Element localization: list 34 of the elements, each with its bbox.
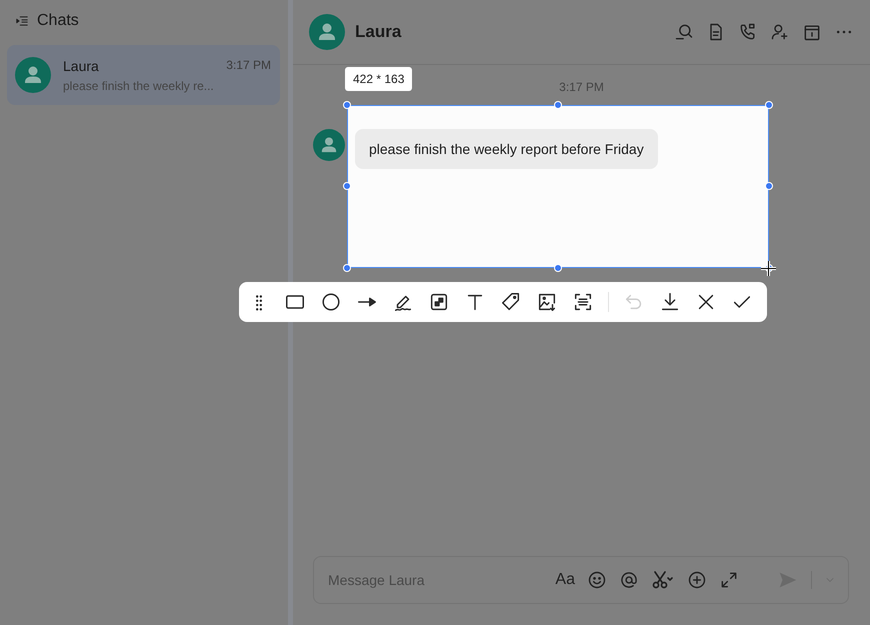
chat-list-item[interactable]: Laura 3:17 PM please finish the weekly re... bbox=[7, 45, 280, 105]
resize-handle[interactable] bbox=[765, 182, 773, 190]
chat-preview: please finish the weekly re... bbox=[63, 78, 215, 92]
resize-handle[interactable] bbox=[554, 264, 562, 272]
avatar bbox=[313, 129, 345, 161]
expand-icon[interactable] bbox=[719, 570, 739, 590]
add-user-icon[interactable] bbox=[770, 22, 790, 42]
resize-handle[interactable] bbox=[343, 264, 351, 272]
tag-icon[interactable] bbox=[500, 291, 522, 313]
resize-handle[interactable] bbox=[554, 101, 562, 109]
circle-icon[interactable] bbox=[320, 291, 342, 313]
chat-name: Laura bbox=[63, 58, 99, 74]
crosshair-cursor-icon bbox=[761, 261, 776, 276]
add-icon[interactable] bbox=[687, 570, 707, 590]
search-icon[interactable] bbox=[674, 22, 694, 42]
message-timestamp: 3:17 PM bbox=[559, 80, 604, 94]
image-icon[interactable] bbox=[536, 291, 558, 313]
sidebar-toggle-icon[interactable] bbox=[15, 14, 29, 28]
message-bubble: please finish the weekly report before Friday bbox=[355, 129, 658, 169]
chat-title: Laura bbox=[355, 22, 402, 42]
resize-handle[interactable] bbox=[343, 101, 351, 109]
mention-icon[interactable] bbox=[619, 570, 639, 590]
mosaic-icon[interactable] bbox=[428, 291, 450, 313]
format-button[interactable]: Aa bbox=[555, 571, 575, 589]
resize-handle[interactable] bbox=[765, 101, 773, 109]
avatar bbox=[15, 57, 51, 93]
chat-time: 3:17 PM bbox=[226, 58, 271, 74]
sidebar-title: Chats bbox=[37, 12, 79, 30]
selection-size-label: 422 * 163 bbox=[345, 67, 412, 91]
avatar bbox=[309, 14, 345, 50]
scan-icon[interactable] bbox=[572, 291, 594, 313]
resize-handle[interactable] bbox=[343, 182, 351, 190]
download-icon[interactable] bbox=[659, 291, 681, 313]
emoji-icon[interactable] bbox=[587, 570, 607, 590]
